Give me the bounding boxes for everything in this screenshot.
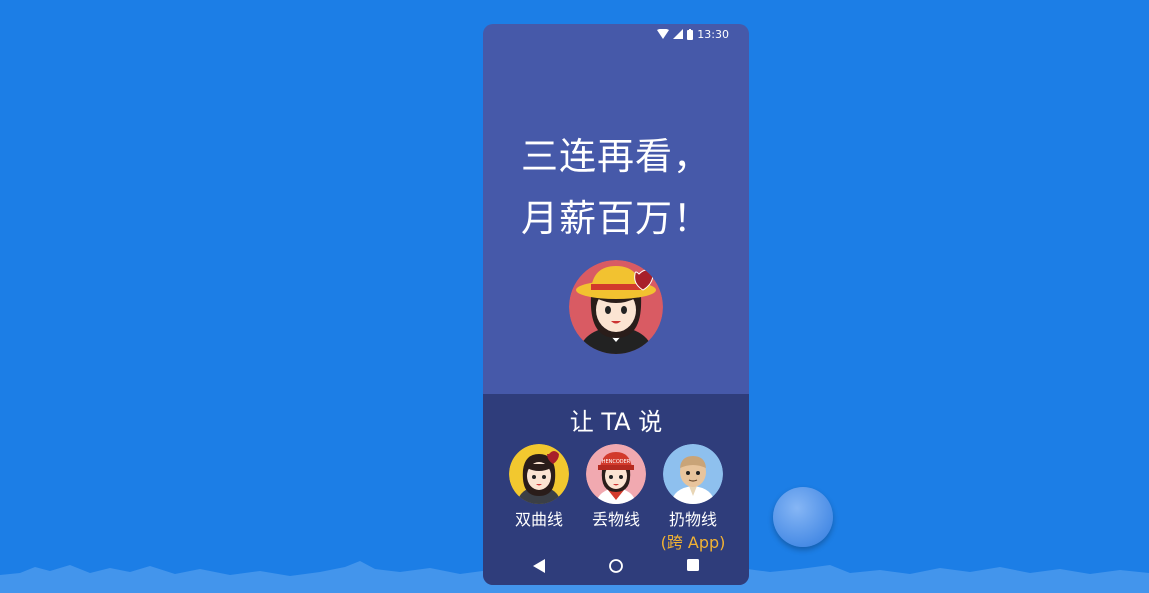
say-panel: 让 TA 说 双曲线 HENCODER 丢物线 扔物线 (跨 App) — [483, 394, 749, 585]
recents-icon[interactable] — [687, 559, 699, 571]
option-lost-object-label: 丢物线 — [591, 510, 640, 529]
avatar-hyperbola — [509, 444, 569, 504]
signal-icon — [673, 29, 684, 39]
option-throw-object-label: 扔物线 — [668, 510, 717, 529]
option-lost-object[interactable]: HENCODER 丢物线 — [576, 444, 656, 530]
option-throw-object[interactable]: 扔物线 (跨 App) — [653, 444, 733, 553]
option-hyperbola-label: 双曲线 — [514, 510, 563, 529]
avatar-straw-hat-image — [569, 260, 663, 354]
back-icon[interactable] — [533, 559, 545, 573]
phone-screen: 13:30 三连再看， 月薪百万！ 让 TA 说 双曲线 HENCODER 丢物… — [483, 24, 749, 585]
status-bar: 13:30 — [483, 24, 749, 44]
option-cross-app-label: (跨 App) — [660, 533, 726, 552]
headline-line-1: 三连再看， — [521, 135, 711, 178]
headline: 三连再看， 月薪百万！ — [483, 126, 749, 250]
say-title: 让 TA 说 — [569, 408, 663, 436]
avatar-throw-object — [663, 444, 723, 504]
main-avatar — [569, 260, 663, 354]
headline-line-2: 月薪百万！ — [521, 197, 711, 240]
hat-text: HENCODER — [602, 459, 631, 465]
home-icon[interactable] — [609, 559, 623, 573]
wifi-icon — [657, 29, 670, 39]
battery-icon — [687, 28, 694, 40]
option-hyperbola[interactable]: 双曲线 — [499, 444, 579, 530]
floating-action-button[interactable] — [773, 487, 833, 547]
nav-bar — [483, 555, 749, 579]
status-time: 13:30 — [697, 27, 729, 41]
avatar-lost-object: HENCODER — [586, 444, 646, 504]
